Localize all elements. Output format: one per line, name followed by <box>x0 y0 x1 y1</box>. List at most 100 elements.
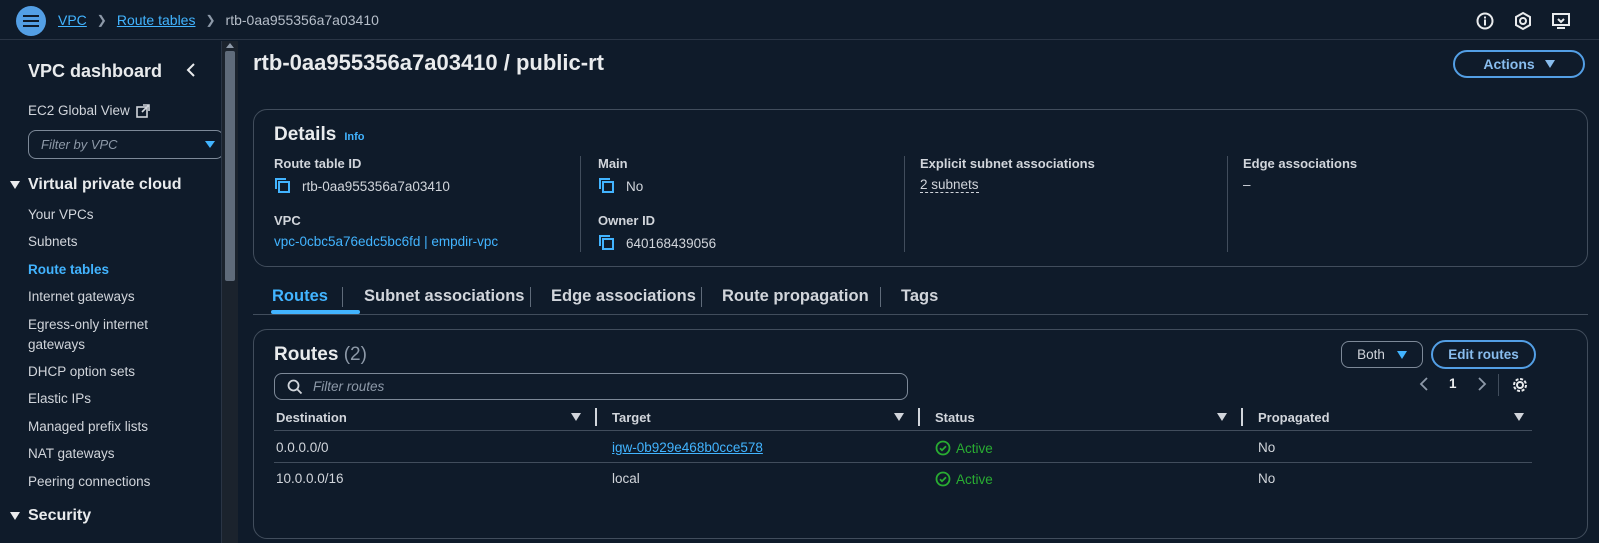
sidebar-scrollbar[interactable] <box>222 41 238 543</box>
breadcrumb: VPC ❯ Route tables ❯ rtb-0aa955356a7a034… <box>58 12 379 28</box>
filter-routes-box[interactable] <box>274 373 908 400</box>
chevron-left-icon[interactable] <box>184 61 198 79</box>
sort-icon[interactable] <box>894 413 904 421</box>
status-text: Active <box>956 471 993 487</box>
caret-down-icon <box>10 512 20 520</box>
filter-placeholder: Filter by VPC <box>41 137 118 152</box>
column-header-destination[interactable]: Destination <box>276 410 347 425</box>
scrollbar-thumb[interactable] <box>225 51 235 281</box>
sidebar-item-elastic-ips[interactable]: Elastic IPs <box>28 389 91 409</box>
sidebar-item-nat-gateways[interactable]: NAT gateways <box>28 444 115 464</box>
breadcrumb-vpc[interactable]: VPC <box>58 12 87 28</box>
route-type-select[interactable]: Both <box>1341 341 1423 368</box>
filter-by-vpc-select[interactable]: Filter by VPC <box>28 130 221 159</box>
caret-down-icon <box>205 141 215 148</box>
active-tab-indicator <box>271 310 360 314</box>
section-virtual-private-cloud[interactable]: Virtual private cloud <box>10 176 182 194</box>
sidebar-item-dhcp-option-sets[interactable]: DHCP option sets <box>28 362 135 382</box>
vpc-label: VPC <box>274 213 301 228</box>
caret-down-icon <box>1544 60 1555 68</box>
section-label: Virtual private cloud <box>28 176 182 193</box>
tab-tags[interactable]: Tags <box>901 287 938 306</box>
tab-edge-associations[interactable]: Edge associations <box>551 287 696 306</box>
column-resizer[interactable] <box>1241 408 1243 426</box>
routes-count: (2) <box>343 344 367 365</box>
scroll-up-icon[interactable] <box>226 43 234 48</box>
chevron-left-icon[interactable] <box>1419 376 1429 391</box>
details-title: Details <box>274 124 337 145</box>
column-divider <box>580 156 581 252</box>
vpc-link[interactable]: vpc-0cbc5a76edc5bc6fd | empdir-vpc <box>274 234 498 249</box>
tab-routes[interactable]: Routes <box>272 287 328 306</box>
cell-target-link[interactable]: igw-0b929e468b0cce578 <box>612 440 763 455</box>
section-security[interactable]: Security <box>10 507 91 525</box>
cell-status: Active <box>935 471 993 487</box>
details-panel: Details Info Route table ID rtb-0aa955356… <box>253 109 1588 267</box>
sidebar-item-peering-connections[interactable]: Peering connections <box>28 472 150 492</box>
caret-down-icon <box>10 181 20 189</box>
sidebar-item-managed-prefix-lists[interactable]: Managed prefix lists <box>28 417 148 437</box>
sidebar-item-route-tables[interactable]: Route tables <box>28 260 109 280</box>
feedback-icon[interactable] <box>1513 11 1533 31</box>
details-heading: Details Info <box>274 124 364 146</box>
edge-associations-value: – <box>1243 177 1251 192</box>
main-value: No <box>626 178 644 194</box>
page-number[interactable]: 1 <box>1449 376 1457 391</box>
column-resizer[interactable] <box>595 408 597 426</box>
details-col-4: Edge associations – <box>1243 156 1357 192</box>
sort-icon[interactable] <box>1514 413 1524 421</box>
gear-icon[interactable] <box>1511 376 1529 394</box>
copy-icon[interactable] <box>598 234 616 252</box>
filter-routes-input[interactable] <box>313 379 893 394</box>
owner-id-label: Owner ID <box>598 213 656 228</box>
actions-button[interactable]: Actions <box>1453 50 1585 78</box>
search-icon <box>287 379 303 394</box>
sort-icon[interactable] <box>1217 413 1227 421</box>
external-link-icon <box>136 104 150 118</box>
routes-heading: Routes (2) <box>274 344 367 366</box>
cell-target: local <box>612 471 640 486</box>
routes-title: Routes <box>274 344 339 365</box>
chevron-right-icon: ❯ <box>205 13 216 27</box>
cell-propagated: No <box>1258 471 1276 486</box>
column-header-propagated[interactable]: Propagated <box>1258 410 1330 425</box>
copy-icon[interactable] <box>598 177 616 195</box>
column-header-target[interactable]: Target <box>612 410 651 425</box>
status-text: Active <box>956 440 993 456</box>
info-icon[interactable] <box>1475 11 1495 31</box>
main-content: rtb-0aa955356a7a03410 / public-rt Action… <box>238 41 1599 543</box>
details-col-2: Main No Owner ID 640168439056 <box>598 156 716 252</box>
column-header-status[interactable]: Status <box>935 410 975 425</box>
pager-divider <box>1498 374 1499 396</box>
sidebar-title: VPC dashboard <box>28 61 163 81</box>
info-link[interactable]: Info <box>344 131 364 143</box>
chevron-right-icon[interactable] <box>1477 376 1487 391</box>
chevron-right-icon: ❯ <box>96 13 107 27</box>
sidebar-item-your-vpcs[interactable]: Your VPCs <box>28 205 94 225</box>
routes-panel: Routes (2) Both Edit routes 1 Destinatio… <box>253 329 1588 539</box>
explicit-subnet-associations-label: Explicit subnet associations <box>920 156 1095 171</box>
explicit-subnet-associations-value[interactable]: 2 subnets <box>920 177 979 193</box>
routes-table-header: Destination Target Status Propagated <box>274 405 1532 431</box>
sidebar-item-ec2-global-view[interactable]: EC2 Global View <box>28 101 150 121</box>
details-col-3: Explicit subnet associations 2 subnets <box>920 156 1095 193</box>
column-resizer[interactable] <box>918 408 920 426</box>
breadcrumb-route-tables[interactable]: Route tables <box>117 12 196 28</box>
pagination: 1 <box>1419 376 1487 391</box>
edit-routes-button[interactable]: Edit routes <box>1431 340 1536 369</box>
actions-label: Actions <box>1483 56 1535 72</box>
screen-icon[interactable] <box>1551 11 1571 31</box>
sidebar-item-internet-gateways[interactable]: Internet gateways <box>28 287 135 307</box>
menu-button[interactable] <box>16 6 46 36</box>
caret-down-icon <box>1396 350 1407 359</box>
route-table-id-label: Route table ID <box>274 156 362 171</box>
sidebar-item-subnets[interactable]: Subnets <box>28 232 78 252</box>
sidebar-item-egress-only-internet-gateways[interactable]: Egress-only internet gateways <box>28 315 178 355</box>
table-row: 10.0.0.0/16 local Active No <box>274 463 1532 494</box>
top-navigation-bar: VPC ❯ Route tables ❯ rtb-0aa955356a7a034… <box>0 0 1599 40</box>
copy-icon[interactable] <box>274 177 292 195</box>
tab-subnet-associations[interactable]: Subnet associations <box>364 287 524 306</box>
tab-route-propagation[interactable]: Route propagation <box>722 287 869 306</box>
sort-icon[interactable] <box>571 413 581 421</box>
route-type-value: Both <box>1357 347 1385 362</box>
